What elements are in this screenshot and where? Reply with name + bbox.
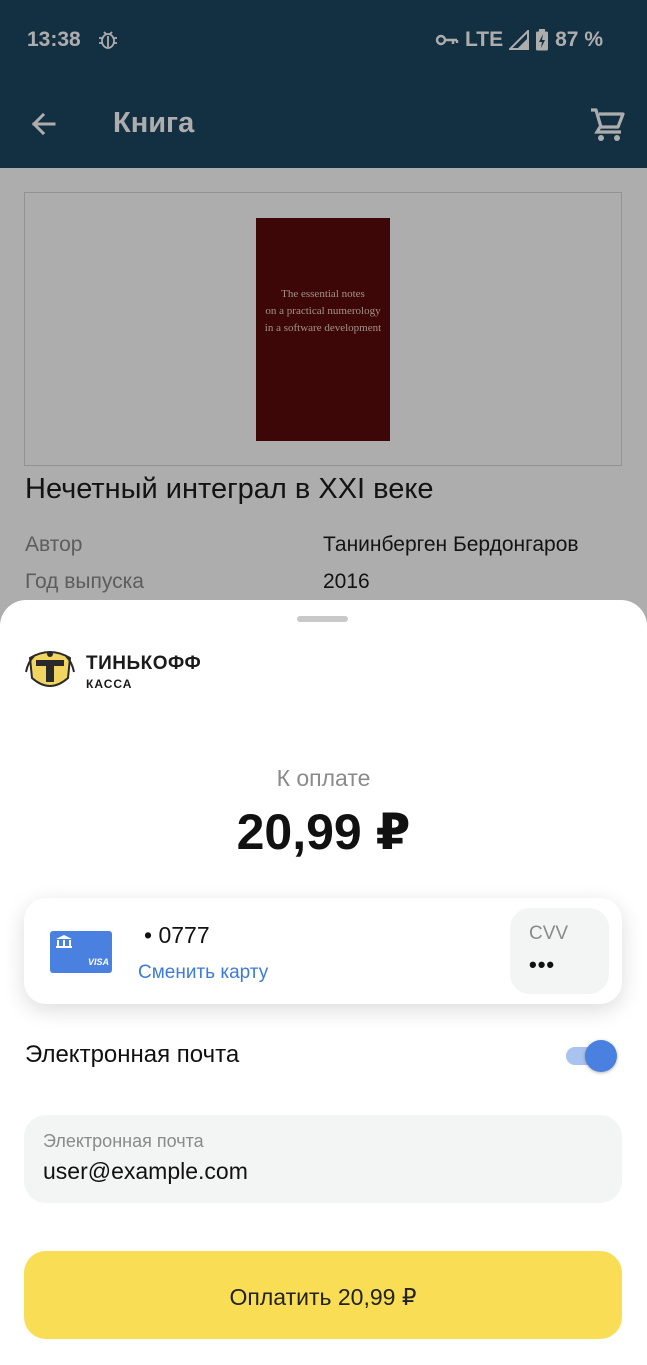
brand-subtitle: КАССА: [86, 677, 133, 691]
cvv-label: CVV: [529, 923, 569, 944]
pay-label: К оплате: [276, 765, 371, 791]
tinkoff-emblem-icon: [25, 651, 75, 687]
email-toggle-label: Электронная почта: [25, 1041, 240, 1068]
email-toggle[interactable]: [566, 1040, 618, 1072]
brand-name: ТИНЬКОФФ: [86, 653, 202, 674]
toggle-knob: [585, 1040, 617, 1072]
bank-card-icon: VISA: [50, 931, 112, 973]
change-card-link[interactable]: Сменить карту: [138, 962, 268, 984]
drag-handle[interactable]: [297, 616, 348, 622]
cvv-value: •••: [529, 952, 556, 977]
email-field-value[interactable]: user@example.com: [43, 1158, 248, 1185]
payment-bottom-sheet: ТИНЬКОФФ КАССА К оплате 20,99 ₽ VISA • 0…: [0, 600, 647, 1365]
card-number: • 0777: [144, 922, 210, 948]
card-brand: VISA: [88, 957, 109, 967]
email-field-label: Электронная почта: [43, 1131, 204, 1151]
pay-amount: 20,99 ₽: [236, 804, 411, 860]
pay-button[interactable]: Оплатить 20,99 ₽: [24, 1251, 622, 1339]
email-field[interactable]: Электронная почта user@example.com: [24, 1115, 622, 1203]
tinkoff-kassa-logo: ТИНЬКОФФ КАССА: [24, 648, 244, 696]
cvv-input[interactable]: CVV •••: [510, 908, 609, 994]
saved-card[interactable]: VISA • 0777 Сменить карту CVV •••: [24, 898, 622, 1004]
